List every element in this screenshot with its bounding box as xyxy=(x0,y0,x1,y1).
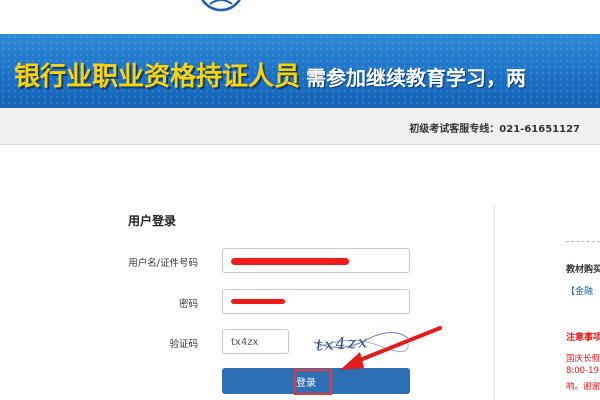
banner-rest-text: 需参加继续教育学习，两 xyxy=(306,66,527,90)
service-hotline: 初级考试客服专线：021-61651127 xyxy=(409,124,580,135)
banner-text: 银行业职业资格持证人员 需参加继续教育学习，两 xyxy=(14,56,526,93)
vertical-divider xyxy=(494,206,495,400)
notice-line: 响。谢谢 xyxy=(566,382,600,392)
captcha-field[interactable] xyxy=(222,329,291,354)
notice-title: 注意事项 xyxy=(566,333,600,343)
promo-banner: 银行业职业资格持证人员 需参加继续教育学习，两 xyxy=(0,34,600,108)
banner-highlight-text: 银行业职业资格持证人员 xyxy=(14,62,301,92)
password-label: 密码 xyxy=(178,299,198,310)
password-redaction xyxy=(231,299,285,304)
notice-line: 8:00-19 xyxy=(566,366,599,376)
sidebar-top-divider xyxy=(566,241,600,242)
top-strip xyxy=(0,0,600,34)
username-field[interactable] xyxy=(222,248,410,273)
captcha-input[interactable] xyxy=(229,336,291,349)
username-redaction xyxy=(231,258,349,265)
notice-line: 国庆长假 xyxy=(566,354,600,364)
username-label: 用户名/证件号码 xyxy=(128,258,198,269)
sidebar-title: 教材购买 xyxy=(566,265,600,275)
password-field[interactable] xyxy=(222,289,410,314)
login-title: 用户登录 xyxy=(128,214,177,228)
highlight-box xyxy=(294,369,332,395)
sidebar-link[interactable]: 【金融 xyxy=(566,284,593,297)
service-bar: 初级考试客服专线：021-61651127 xyxy=(0,108,600,145)
site-logo-icon xyxy=(201,0,241,12)
captcha-label: 验证码 xyxy=(169,339,198,350)
red-arrow-icon xyxy=(340,326,442,370)
